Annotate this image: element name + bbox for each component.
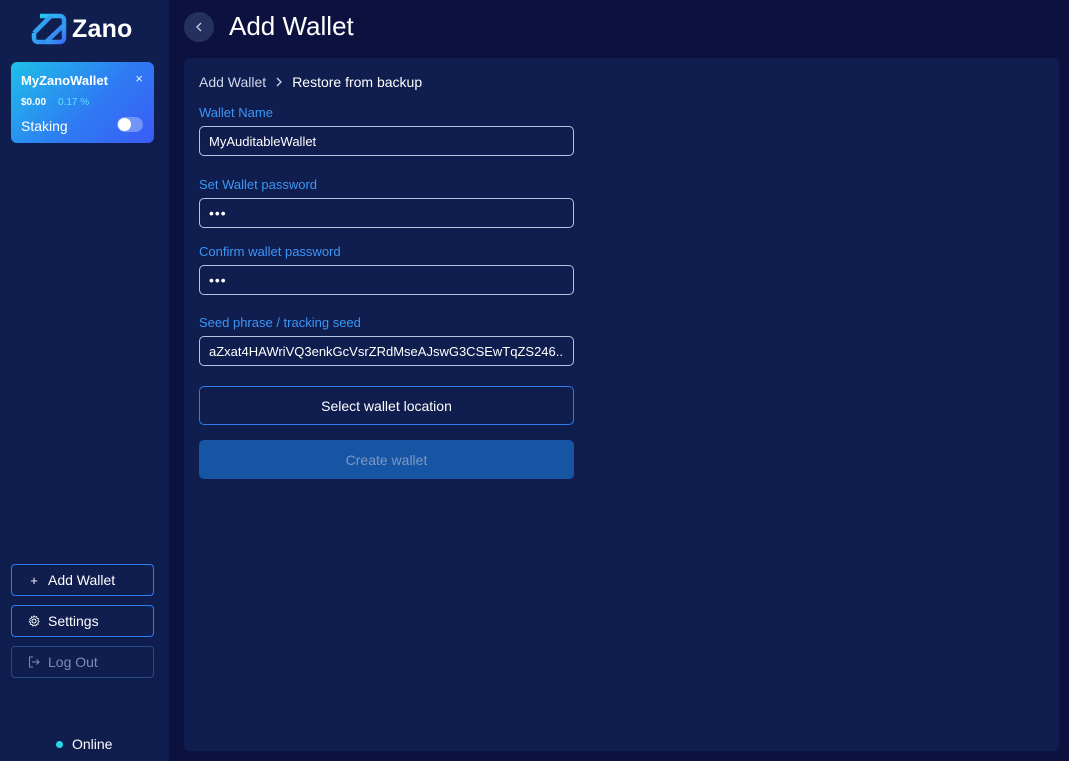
breadcrumb: Add Wallet Restore from backup (199, 74, 422, 90)
password-input[interactable] (199, 198, 574, 228)
gear-icon (28, 615, 40, 627)
log-out-icon (28, 656, 40, 668)
chevron-right-icon (276, 75, 283, 90)
back-button[interactable] (184, 12, 214, 42)
settings-label: Settings (48, 613, 99, 629)
select-wallet-location-button[interactable]: Select wallet location (199, 386, 574, 425)
add-wallet-button[interactable]: + Add Wallet (11, 564, 154, 596)
wallet-name: MyZanoWallet (21, 73, 108, 88)
seed-phrase-label: Seed phrase / tracking seed (199, 315, 361, 330)
wallet-name-label: Wallet Name (199, 105, 273, 120)
wallet-card[interactable]: MyZanoWallet × $0.00 0.17 % Staking (11, 62, 154, 143)
add-wallet-label: Add Wallet (48, 572, 116, 588)
plus-icon: + (30, 572, 38, 588)
create-wallet-button[interactable]: Create wallet (199, 440, 574, 479)
confirm-password-label: Confirm wallet password (199, 244, 341, 259)
app-name: Zano (72, 14, 133, 43)
wallet-name-input[interactable] (199, 126, 574, 156)
zano-logo-icon (31, 13, 67, 45)
breadcrumb-add-wallet[interactable]: Add Wallet (199, 74, 266, 90)
toggle-knob (118, 118, 131, 131)
sidebar: Zano MyZanoWallet × $0.00 0.17 % Staking… (0, 0, 169, 761)
page-title: Add Wallet (229, 11, 354, 41)
wallet-change: 0.17 % (58, 97, 90, 108)
status-text: Online (72, 736, 113, 752)
seed-phrase-input[interactable] (199, 336, 574, 366)
close-wallet-icon[interactable]: × (135, 71, 143, 86)
online-dot-icon (56, 740, 63, 748)
settings-button[interactable]: Settings (11, 605, 154, 637)
log-out-label: Log Out (48, 654, 98, 670)
confirm-password-input[interactable] (199, 265, 574, 295)
app-logo: Zano (30, 11, 133, 47)
staking-toggle[interactable] (117, 117, 143, 132)
chevron-left-icon (196, 22, 202, 32)
log-out-button[interactable]: Log Out (11, 646, 154, 678)
staking-label: Staking (21, 118, 68, 134)
main-panel: Add Wallet Restore from backup Wallet Na… (184, 58, 1059, 751)
wallet-balance: $0.00 (21, 97, 47, 108)
breadcrumb-current: Restore from backup (292, 74, 423, 90)
connection-status: Online (56, 736, 112, 752)
password-label: Set Wallet password (199, 177, 318, 192)
